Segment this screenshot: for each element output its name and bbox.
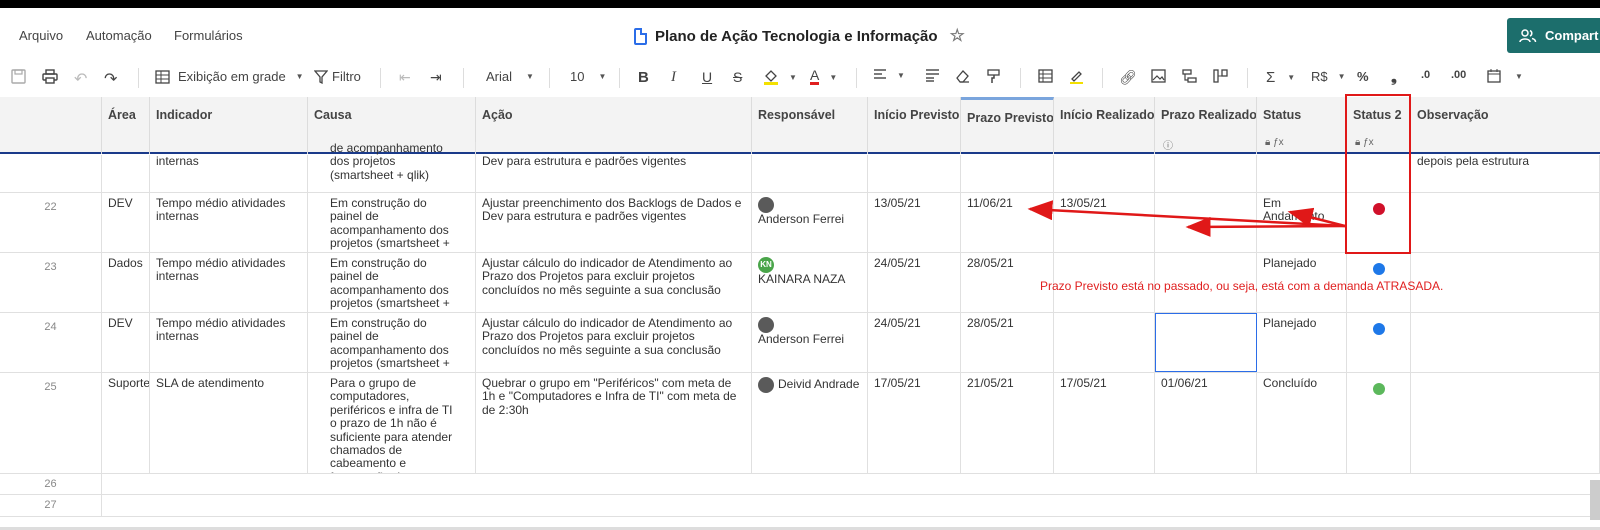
annotation-arrows [1027, 200, 1346, 237]
annotation-text: Prazo Previsto está no passado, ou seja,… [1040, 279, 1444, 293]
vertical-scrollbar[interactable] [1590, 480, 1600, 520]
